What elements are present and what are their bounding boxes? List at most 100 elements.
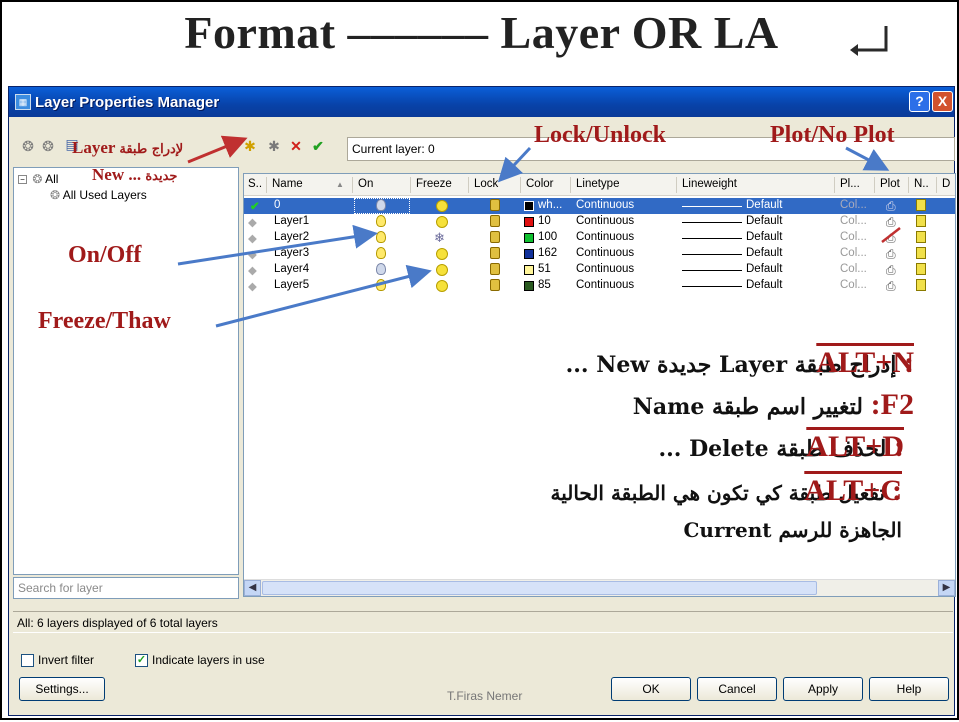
col-lock[interactable]: Lock [474,178,498,190]
linetype[interactable]: Continuous [576,231,634,243]
layer-name[interactable]: Layer1 [274,215,309,227]
table-row[interactable]: ✔ 0 wh... Continuous Default Col... ⎙ [244,198,955,214]
horizontal-scrollbar[interactable]: ◀ ▶ [244,579,955,596]
linetype[interactable]: Continuous [576,247,634,259]
layer-name[interactable]: 0 [274,199,280,211]
indicate-layers-checkbox[interactable]: ✓ Indicate layers in use [135,653,265,667]
lineweight[interactable]: Default [746,199,782,211]
layer-name[interactable]: Layer5 [274,279,309,291]
table-row[interactable]: ◆ Layer4 51 Continuous Default Col... ⎙ [244,262,955,278]
color-swatch[interactable] [524,265,534,275]
table-row[interactable]: ◆ Layer3 162 Continuous Default Col... ⎙ [244,246,955,262]
color-swatch[interactable] [524,233,534,243]
col-plotstyle[interactable]: Pl... [840,178,860,190]
layer-status-icon: ◆ [248,233,257,245]
sun-icon[interactable] [436,248,448,260]
lock-icon[interactable] [490,215,500,227]
printer-icon[interactable]: ⎙ [886,279,896,294]
lineweight[interactable]: Default [746,247,782,259]
printer-icon[interactable]: ⎙ [886,199,896,214]
apply-button[interactable]: Apply [783,677,863,701]
bulb-icon[interactable] [376,199,386,211]
checkbox-box[interactable] [21,653,34,667]
layer-name[interactable]: Layer2 [274,231,309,243]
lineweight[interactable]: Default [746,215,782,227]
bulb-icon[interactable] [376,215,386,227]
sun-icon[interactable] [436,280,448,292]
printer-icon[interactable]: ⎙ [886,263,896,278]
invert-filter-checkbox[interactable]: Invert filter [21,653,94,667]
table-row[interactable]: ◆ Layer2 ❄ 100 Continuous Default Col...… [244,230,955,246]
linetype[interactable]: Continuous [576,263,634,275]
color-swatch[interactable] [524,201,534,211]
layer-name[interactable]: Layer4 [274,263,309,275]
scroll-left-icon[interactable]: ◀ [244,580,261,596]
new-vp-freeze-icon[interactable] [916,215,926,227]
col-newvp[interactable]: N.. [914,178,929,190]
collapse-icon[interactable]: − [18,175,27,185]
lock-icon[interactable] [490,199,500,211]
settings-button[interactable]: Settings... [19,677,105,701]
bulb-icon[interactable] [376,231,386,243]
bulb-icon[interactable] [376,279,386,291]
checkbox-checked-icon[interactable]: ✓ [135,653,148,667]
lock-icon[interactable] [490,231,500,243]
col-status[interactable]: S.. [248,178,262,190]
linetype[interactable]: Continuous [576,215,634,227]
col-freeze[interactable]: Freeze [416,178,452,190]
color-swatch[interactable] [524,281,534,291]
col-lineweight[interactable]: Lineweight [682,178,737,190]
linetype[interactable]: Continuous [576,279,634,291]
new-vp-freeze-icon[interactable] [916,279,926,291]
layer-name[interactable]: Layer3 [274,247,309,259]
bulb-off-icon[interactable] [376,263,386,275]
col-name[interactable]: Name [272,178,303,190]
table-row[interactable]: ◆ Layer1 10 Continuous Default Col... ⎙ [244,214,955,230]
new-vp-freeze-icon[interactable] [916,231,926,243]
tree-item-all[interactable]: − ❂ All [18,172,58,186]
new-vp-freeze-icon[interactable] [916,199,926,211]
close-icon[interactable]: X [932,91,953,112]
set-current-icon[interactable]: ✔ [309,137,327,155]
printer-icon[interactable]: ⎙ [886,215,896,230]
sun-icon[interactable] [436,216,448,228]
cancel-button[interactable]: Cancel [697,677,777,701]
lock-icon[interactable] [490,279,500,291]
color-swatch[interactable] [524,217,534,227]
new-property-filter-icon[interactable]: ❂ [19,137,37,155]
lock-icon[interactable] [490,247,500,259]
new-vp-freeze-icon[interactable] [916,247,926,259]
lock-icon[interactable] [490,263,500,275]
annotation-freeze: Freeze/Thaw [38,308,171,334]
color-swatch[interactable] [524,249,534,259]
tree-item-used-layers[interactable]: ❂ All Used Layers [50,188,147,202]
printer-icon[interactable]: ⎙ [886,247,896,262]
help-button[interactable]: Help [869,677,949,701]
ok-button[interactable]: OK [611,677,691,701]
sun-icon[interactable] [436,264,448,276]
col-desc[interactable]: D [942,178,950,190]
col-linetype[interactable]: Linetype [576,178,619,190]
window-titlebar[interactable]: ▦ Layer Properties Manager ? X [9,87,954,117]
bulb-icon[interactable] [376,247,386,259]
lineweight[interactable]: Default [746,263,782,275]
new-vp-freeze-icon[interactable] [916,263,926,275]
lineweight[interactable]: Default [746,231,782,243]
table-row[interactable]: ◆ Layer5 85 Continuous Default Col... ⎙ [244,278,955,294]
scroll-right-icon[interactable]: ▶ [938,580,955,596]
help-icon[interactable]: ? [909,91,930,112]
col-on[interactable]: On [358,178,373,190]
search-input[interactable]: Search for layer [13,577,239,599]
col-plot[interactable]: Plot [880,178,900,190]
lineweight[interactable]: Default [746,279,782,291]
snowflake-icon[interactable]: ❄ [434,230,445,246]
delete-layer-icon[interactable]: ✕ [287,137,305,155]
scroll-thumb[interactable] [262,581,817,595]
col-color[interactable]: Color [526,178,553,190]
linetype[interactable]: Continuous [576,199,634,211]
new-group-filter-icon[interactable]: ❂ [39,137,57,155]
new-layer-icon[interactable]: ✱ [241,137,259,155]
printer-icon[interactable]: ⎙ [886,231,896,246]
sun-icon[interactable] [436,200,448,212]
new-layer-vp-frozen-icon[interactable]: ✱ [265,137,283,155]
